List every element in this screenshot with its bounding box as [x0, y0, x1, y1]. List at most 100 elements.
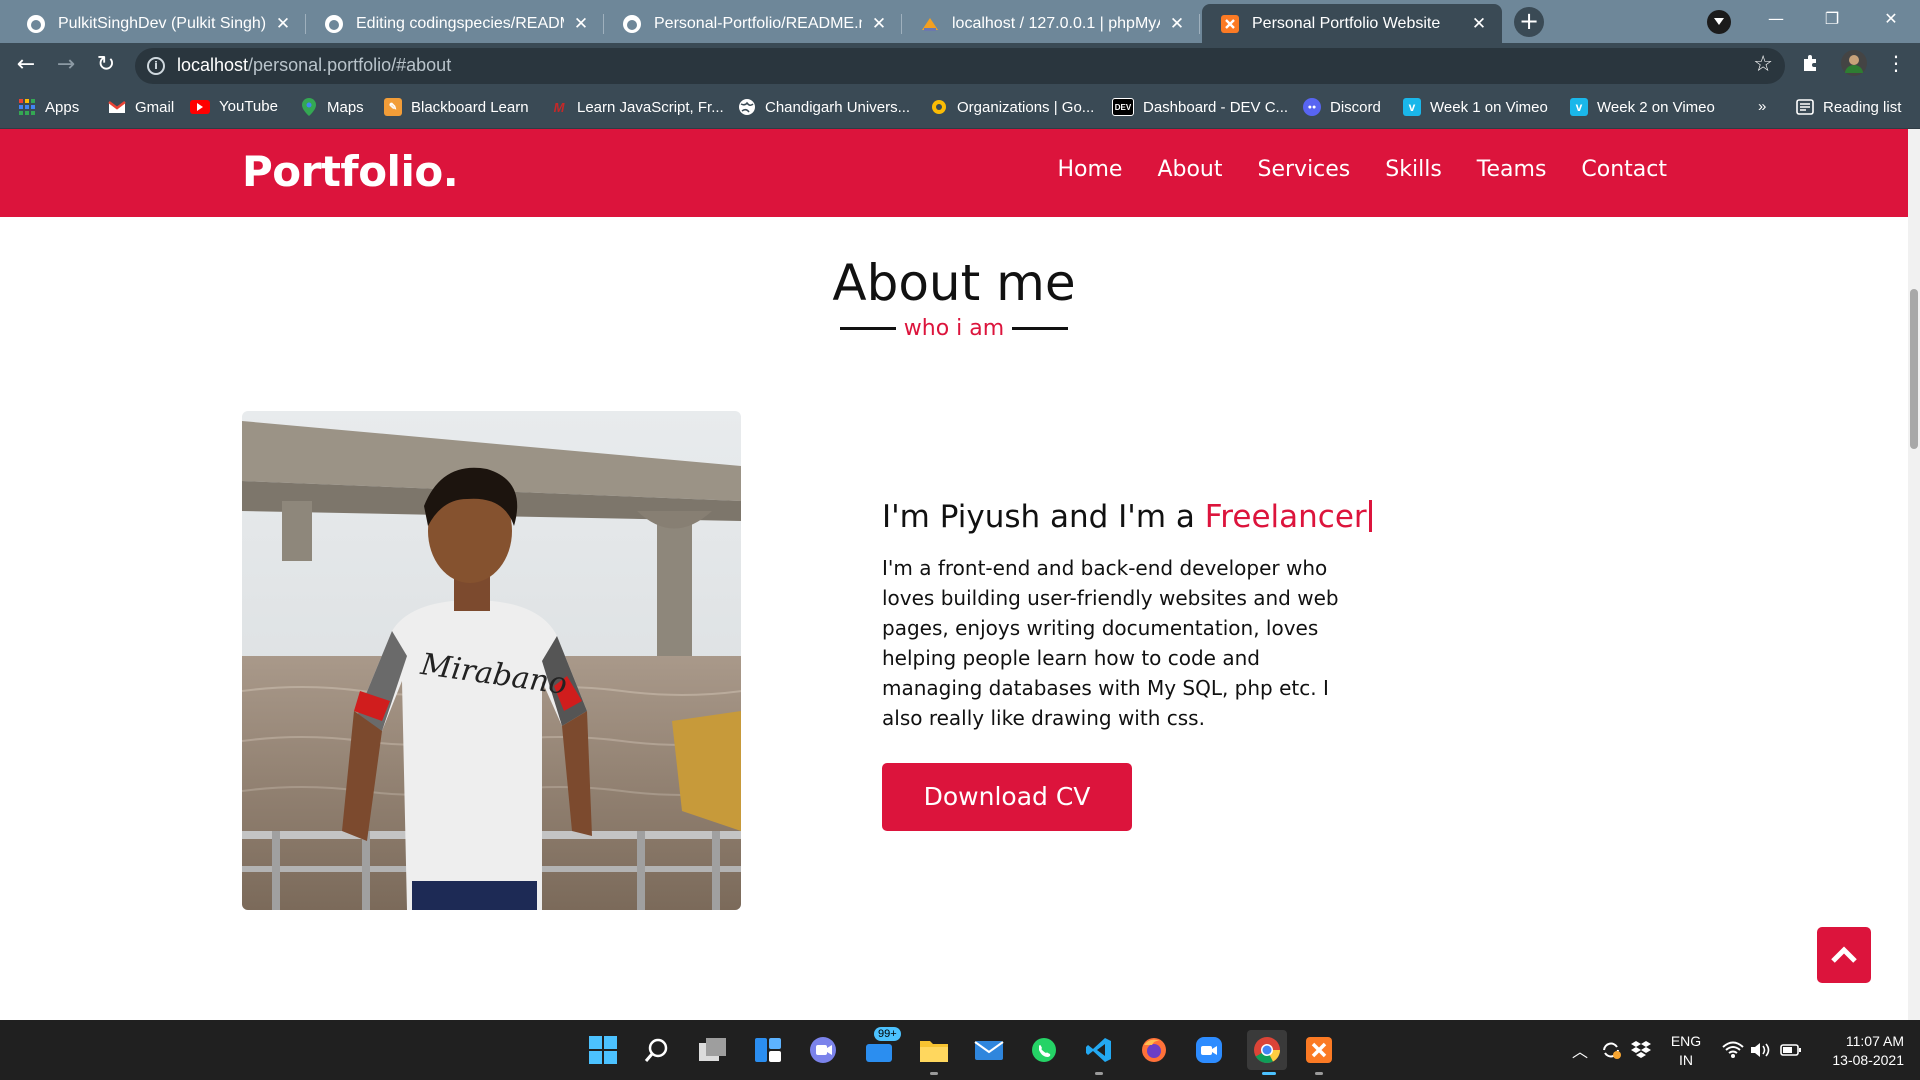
scrollbar-thumb[interactable]	[1910, 289, 1918, 449]
youtube-icon	[190, 99, 210, 114]
volume-icon[interactable]	[1748, 1033, 1774, 1067]
site-info-icon[interactable]: i	[147, 57, 165, 75]
restore-button[interactable]: ❐	[1804, 0, 1860, 40]
browser-tab[interactable]: PulkitSinghDev (Pulkit Singh) ✕	[8, 4, 306, 43]
typing-cursor	[1368, 500, 1372, 532]
bookmark-item[interactable]: Apps	[18, 98, 79, 116]
mail-icon[interactable]	[972, 1033, 1006, 1067]
chevron-up-icon[interactable]: ︿	[1568, 1033, 1592, 1067]
close-icon[interactable]: ✕	[272, 14, 294, 34]
bookmark-item[interactable]: Maps	[300, 98, 364, 116]
profile-photo: Mirabano	[242, 411, 741, 910]
close-icon[interactable]: ✕	[570, 14, 592, 34]
bookmark-item[interactable]: Chandigarh Univers...	[738, 98, 910, 116]
browser-menu-icon[interactable]: ⋮	[1886, 51, 1906, 75]
bookmark-item[interactable]: v Week 2 on Vimeo	[1570, 98, 1715, 116]
browser-tab[interactable]: Editing codingspecies/README.md ✕	[306, 4, 604, 43]
reload-icon[interactable]: ↻	[90, 49, 122, 81]
windows-taskbar: 99+ ︿ ENG IN 11:07 AM 13-08-2021	[0, 1020, 1920, 1080]
address-url: localhost/personal.portfolio/#about	[177, 55, 452, 75]
input-language[interactable]: ENG IN	[1668, 1032, 1704, 1070]
browser-tab[interactable]: localhost / 127.0.0.1 | phpMyAdmin ✕	[902, 4, 1200, 43]
teams-chat-icon[interactable]	[806, 1033, 840, 1067]
sync-icon[interactable]	[1598, 1033, 1624, 1067]
about-heading: I'm Piyush and I'm a Freelancer	[882, 499, 1402, 535]
close-window-button[interactable]: ✕	[1862, 0, 1920, 40]
clock[interactable]: 11:07 AM 13-08-2021	[1818, 1032, 1904, 1070]
download-cv-button[interactable]: Download CV	[882, 763, 1132, 831]
bookmark-item[interactable]: DEV Dashboard - DEV C...	[1112, 98, 1288, 116]
new-tab-button[interactable]: +	[1514, 7, 1544, 37]
widgets-icon[interactable]	[751, 1033, 785, 1067]
vscode-icon[interactable]	[1082, 1033, 1116, 1067]
discord-icon: ●●	[1303, 98, 1321, 116]
forward-icon[interactable]: →	[50, 49, 82, 81]
start-icon[interactable]	[586, 1033, 620, 1067]
maps-icon	[300, 98, 318, 116]
xampp-taskbar-icon[interactable]	[1302, 1033, 1336, 1067]
browser-tab[interactable]: Personal-Portfolio/README.md at ✕	[604, 4, 902, 43]
nav-skills[interactable]: Skills	[1385, 157, 1442, 182]
address-bar[interactable]: i localhost/personal.portfolio/#about ☆	[135, 48, 1785, 84]
chevron-up-icon	[1831, 946, 1857, 963]
bookmark-star-icon[interactable]: ☆	[1753, 52, 1773, 77]
bookmark-item[interactable]: Organizations | Go...	[930, 98, 1094, 116]
nav-home[interactable]: Home	[1057, 157, 1122, 182]
nav-teams[interactable]: Teams	[1477, 157, 1547, 182]
bookmark-item[interactable]: ✎ Blackboard Learn	[384, 98, 529, 116]
xampp-icon	[1220, 14, 1240, 34]
scroll-to-top-button[interactable]	[1817, 927, 1871, 983]
bookmark-item[interactable]: YouTube	[190, 98, 278, 115]
bookmarks-overflow-button[interactable]: »	[1758, 98, 1766, 115]
about-description: I'm a front-end and back-end developer w…	[882, 556, 1339, 730]
back-icon[interactable]: ←	[10, 49, 42, 81]
nav-about[interactable]: About	[1157, 157, 1222, 182]
page-viewport: Portfolio. Home About Services Skills Te…	[0, 129, 1908, 1020]
search-icon[interactable]	[640, 1033, 674, 1067]
close-icon[interactable]: ✕	[1166, 14, 1188, 34]
typed-role: Freelancer	[1204, 499, 1367, 535]
github-icon	[26, 14, 46, 34]
mail-badge-icon[interactable]: 99+	[862, 1027, 901, 1067]
dropbox-icon[interactable]	[1628, 1033, 1654, 1067]
bookmark-item[interactable]: M Learn JavaScript, Fr...	[550, 98, 724, 116]
wifi-icon[interactable]	[1720, 1033, 1746, 1067]
about-text-block: I'm Piyush and I'm a Freelancer I'm a fr…	[882, 499, 1402, 733]
divider	[840, 326, 896, 330]
nav-services[interactable]: Services	[1258, 157, 1351, 182]
chrome-icon[interactable]	[1247, 1030, 1287, 1070]
file-explorer-icon[interactable]	[917, 1033, 951, 1067]
tab-title: Editing codingspecies/README.md	[356, 14, 564, 32]
zoom-icon[interactable]	[1192, 1033, 1226, 1067]
extensions-icon[interactable]	[1800, 51, 1822, 78]
bookmark-item[interactable]: v Week 1 on Vimeo	[1403, 98, 1548, 116]
divider	[1011, 326, 1068, 330]
bookmark-item[interactable]: Gmail	[108, 98, 174, 116]
github-icon	[622, 14, 642, 34]
site-logo[interactable]: Portfolio.	[242, 147, 459, 196]
firefox-icon[interactable]	[1137, 1033, 1171, 1067]
bookmarks-bar: Apps Gmail YouTube Maps ✎ Blackboard Lea…	[0, 88, 1920, 129]
browser-tab-active[interactable]: Personal Portfolio Website ✕	[1202, 4, 1502, 43]
vimeo-icon: v	[1570, 98, 1588, 116]
tab-search-icon[interactable]	[1707, 10, 1731, 34]
battery-icon[interactable]	[1778, 1033, 1804, 1067]
tab-title: Personal-Portfolio/README.md at	[654, 14, 862, 32]
minimize-button[interactable]: —	[1748, 0, 1804, 40]
phpmyadmin-icon	[920, 14, 940, 34]
google-gear-icon	[930, 98, 948, 116]
github-icon	[324, 14, 344, 34]
site-navbar: Portfolio. Home About Services Skills Te…	[0, 129, 1908, 217]
bookmark-item[interactable]: ●● Discord	[1303, 98, 1381, 116]
task-view-icon[interactable]	[696, 1033, 730, 1067]
browser-tab-strip: PulkitSinghDev (Pulkit Singh) ✕ Editing …	[0, 0, 1920, 43]
nav-contact[interactable]: Contact	[1581, 157, 1667, 182]
blackboard-icon: ✎	[384, 98, 402, 116]
avatar[interactable]	[1840, 49, 1868, 82]
whatsapp-icon[interactable]	[1027, 1033, 1061, 1067]
apps-grid-icon	[18, 98, 36, 116]
close-icon[interactable]: ✕	[868, 14, 890, 34]
close-icon[interactable]: ✕	[1468, 14, 1490, 34]
page-scrollbar[interactable]	[1908, 129, 1920, 1020]
reading-list-button[interactable]: Reading list	[1796, 98, 1901, 116]
